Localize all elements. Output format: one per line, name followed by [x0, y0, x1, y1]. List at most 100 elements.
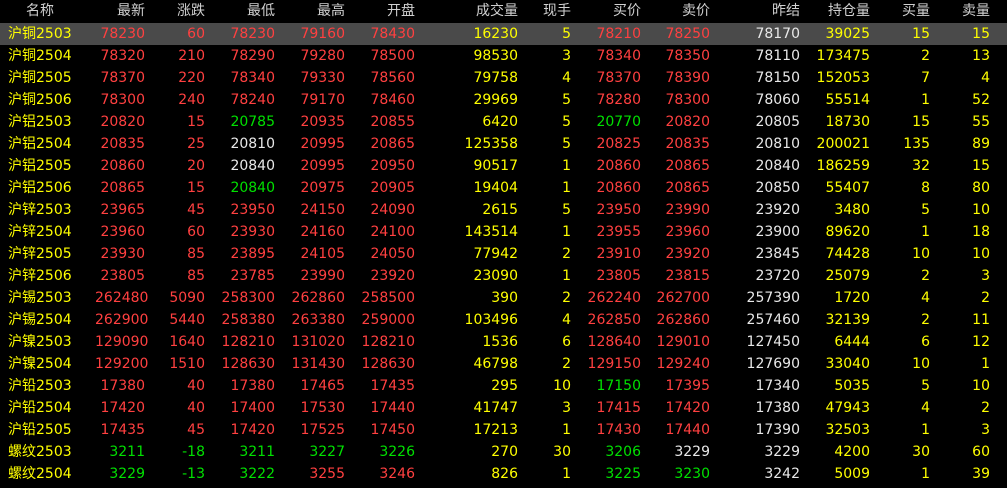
header-last[interactable]: 最新	[95, 0, 145, 22]
ask-size-cell: 13	[972, 48, 990, 64]
volume-cell: 143514	[464, 224, 518, 240]
last-price-cell: 78300	[100, 92, 145, 108]
quote-row[interactable]: 沪铅2503 17380 40 17380 17465 17435 295 10 17150 17…	[0, 375, 1007, 397]
quote-row[interactable]: 沪镍2503 129090 1640 128210 131020 128210 1536 6 1…	[0, 331, 1007, 353]
quote-row[interactable]: 沪铜2504 78320 210 78290 79280 78500 98530 3 78340…	[0, 45, 1007, 67]
volume-cell: 826	[491, 466, 518, 482]
bid-size-cell: 32	[912, 158, 930, 174]
bid-size-cell: 2	[921, 268, 930, 284]
header-bid-size[interactable]: 买量	[880, 0, 930, 22]
volume-cell: 98530	[473, 48, 518, 64]
last-price-cell: 78370	[100, 70, 145, 86]
last-lot-cell: 1	[562, 158, 571, 174]
prev-settle-cell: 20810	[755, 136, 800, 152]
open-interest-cell: 55514	[825, 92, 870, 108]
quote-row[interactable]: 沪铝2503 20820 15 20785 20935 20855 6420 5 20770 20…	[0, 111, 1007, 133]
quote-row[interactable]: 沪锌2503 23965 45 23950 24150 24090 2615 5 23950 23…	[0, 199, 1007, 221]
header-open[interactable]: 开盘	[350, 0, 415, 22]
quote-row[interactable]: 沪铅2504 17420 40 17400 17530 17440 41747 3 17415 1…	[0, 397, 1007, 419]
bid-price-cell: 20825	[596, 136, 641, 152]
ask-price-cell: 20820	[665, 114, 710, 130]
quote-row[interactable]: 螺纹2504 3229 -13 3222 3255 3246 826 1 3225 3230 324…	[0, 463, 1007, 485]
ask-price-cell: 262860	[656, 312, 710, 328]
contract-name-cell: 沪铜2504	[8, 48, 72, 64]
header-prev-settle[interactable]: 昨结	[730, 0, 800, 22]
header-open-interest[interactable]: 持仓量	[805, 0, 870, 22]
bid-price-cell: 23955	[596, 224, 641, 240]
change-cell: 5090	[169, 290, 205, 306]
last-lot-cell: 5	[562, 114, 571, 130]
volume-cell: 295	[491, 378, 518, 394]
contract-name-cell: 沪铝2504	[8, 136, 72, 152]
quote-row[interactable]: 沪锡2504 262900 5440 258380 263380 259000 103496…	[0, 309, 1007, 331]
low-price-cell: 3211	[239, 444, 275, 460]
quote-row[interactable]: 沪铜2505 78370 220 78340 79330 78560 79758 4 78370…	[0, 67, 1007, 89]
prev-settle-cell: 127690	[746, 356, 800, 372]
header-last-lot[interactable]: 现手	[530, 0, 571, 22]
quote-row[interactable]: 沪锌2504 23960 60 23930 24160 24100 143514 1 23955…	[0, 221, 1007, 243]
open-price-cell: 3226	[379, 444, 415, 460]
quote-row[interactable]: 沪铝2504 20835 25 20810 20995 20865 125358 5 20825…	[0, 133, 1007, 155]
prev-settle-cell: 20805	[755, 114, 800, 130]
low-price-cell: 20785	[230, 114, 275, 130]
change-cell: -18	[182, 444, 205, 460]
ask-size-cell: 11	[972, 312, 990, 328]
bid-size-cell: 15	[912, 26, 930, 42]
high-price-cell: 20995	[300, 158, 345, 174]
volume-cell: 6420	[482, 114, 518, 130]
contract-name-cell: 沪铜2505	[8, 70, 72, 86]
change-cell: 15	[187, 114, 205, 130]
low-price-cell: 258380	[221, 312, 275, 328]
volume-cell: 17213	[473, 422, 518, 438]
header-name[interactable]: 名称	[0, 0, 80, 22]
prev-settle-cell: 23720	[755, 268, 800, 284]
quote-row[interactable]: 沪锡2503 262480 5090 258300 262860 258500 390 2 26…	[0, 287, 1007, 309]
high-price-cell: 23990	[300, 268, 345, 284]
quote-row[interactable]: 沪铝2506 20865 15 20840 20975 20905 19404 1 20860 2…	[0, 177, 1007, 199]
header-volume[interactable]: 成交量	[440, 0, 518, 22]
high-price-cell: 20975	[300, 180, 345, 196]
quote-row[interactable]: 沪铝2505 20860 20 20840 20995 20950 90517 1 20860 2…	[0, 155, 1007, 177]
prev-settle-cell: 127450	[746, 334, 800, 350]
open-interest-cell: 74428	[825, 246, 870, 262]
bid-size-cell: 1	[921, 92, 930, 108]
header-change[interactable]: 涨跌	[150, 0, 205, 22]
ask-price-cell: 17420	[665, 400, 710, 416]
open-price-cell: 20905	[370, 180, 415, 196]
prev-settle-cell: 17380	[755, 400, 800, 416]
low-price-cell: 23895	[230, 246, 275, 262]
contract-name-cell: 沪铝2503	[8, 114, 72, 130]
bid-price-cell: 3225	[605, 466, 641, 482]
low-price-cell: 78290	[230, 48, 275, 64]
bid-size-cell: 1	[921, 224, 930, 240]
volume-cell: 79758	[473, 70, 518, 86]
quote-row[interactable]: 沪锌2506 23805 85 23785 23990 23920 23090 1 23805 2…	[0, 265, 1007, 287]
header-ask-size[interactable]: 卖量	[940, 0, 990, 22]
header-low[interactable]: 最低	[210, 0, 275, 22]
last-price-cell: 20865	[100, 180, 145, 196]
header-high[interactable]: 最高	[280, 0, 345, 22]
change-cell: 45	[187, 202, 205, 218]
bid-size-cell: 1	[921, 466, 930, 482]
high-price-cell: 131430	[291, 356, 345, 372]
quote-row[interactable]: 沪铜2503 78230 60 78230 79160 78430 16230 5 78210 7…	[0, 23, 1007, 45]
quote-row[interactable]: 沪锌2505 23930 85 23895 24105 24050 77942 2 23910 2…	[0, 243, 1007, 265]
open-interest-cell: 55407	[825, 180, 870, 196]
last-price-cell: 78320	[100, 48, 145, 64]
quote-row[interactable]: 沪镍2504 129200 1510 128630 131430 128630 46798 2…	[0, 353, 1007, 375]
last-price-cell: 23960	[100, 224, 145, 240]
last-price-cell: 20860	[100, 158, 145, 174]
last-lot-cell: 30	[553, 444, 571, 460]
contract-name-cell: 沪锌2504	[8, 224, 72, 240]
bid-size-cell: 5	[921, 378, 930, 394]
volume-cell: 2615	[482, 202, 518, 218]
quote-row[interactable]: 沪铜2506 78300 240 78240 79170 78460 29969 5 78280…	[0, 89, 1007, 111]
header-bid[interactable]: 买价	[580, 0, 641, 22]
bid-price-cell: 262240	[587, 290, 641, 306]
quote-row[interactable]: 螺纹2503 3211 -18 3211 3227 3226 270 30 3206 3229 32…	[0, 441, 1007, 463]
last-lot-cell: 1	[562, 180, 571, 196]
header-ask[interactable]: 卖价	[645, 0, 710, 22]
quote-row[interactable]: 沪铅2505 17435 45 17420 17525 17450 17213 1 17430 1…	[0, 419, 1007, 441]
low-price-cell: 78340	[230, 70, 275, 86]
volume-cell: 270	[491, 444, 518, 460]
